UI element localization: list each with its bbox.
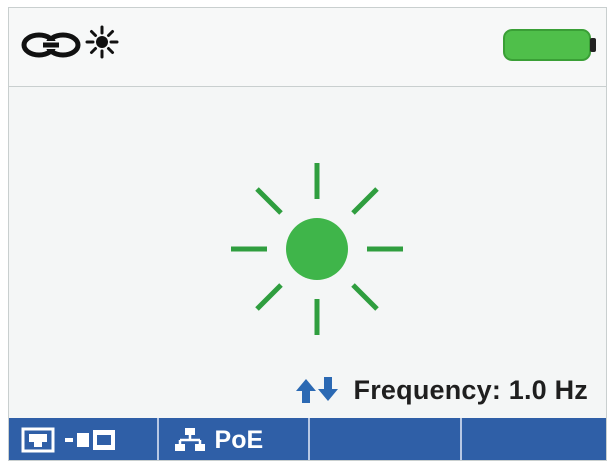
softkey-port[interactable] <box>9 418 159 460</box>
network-icon <box>174 428 205 451</box>
softkey-poe-label: PoE <box>214 425 264 454</box>
status-bar <box>9 8 606 87</box>
softkey-4[interactable] <box>462 418 606 460</box>
port-connector-icon <box>21 427 115 453</box>
tester-screen: Frequency: 1.0 Hz PoE <box>8 7 607 461</box>
battery-icon <box>503 29 596 61</box>
frequency-readout: Frequency: 1.0 Hz <box>353 374 588 405</box>
activity-area: Frequency: 1.0 Hz <box>9 87 606 418</box>
softkey-poe[interactable]: PoE <box>159 418 311 460</box>
softkey-3[interactable] <box>310 418 462 460</box>
softkey-bar: PoE <box>9 418 606 460</box>
link-icon <box>21 32 81 58</box>
up-down-arrows-icon <box>295 377 338 403</box>
activity-icon <box>85 25 119 59</box>
activity-blink-icon <box>231 163 403 335</box>
frequency-row: Frequency: 1.0 Hz <box>295 373 588 407</box>
